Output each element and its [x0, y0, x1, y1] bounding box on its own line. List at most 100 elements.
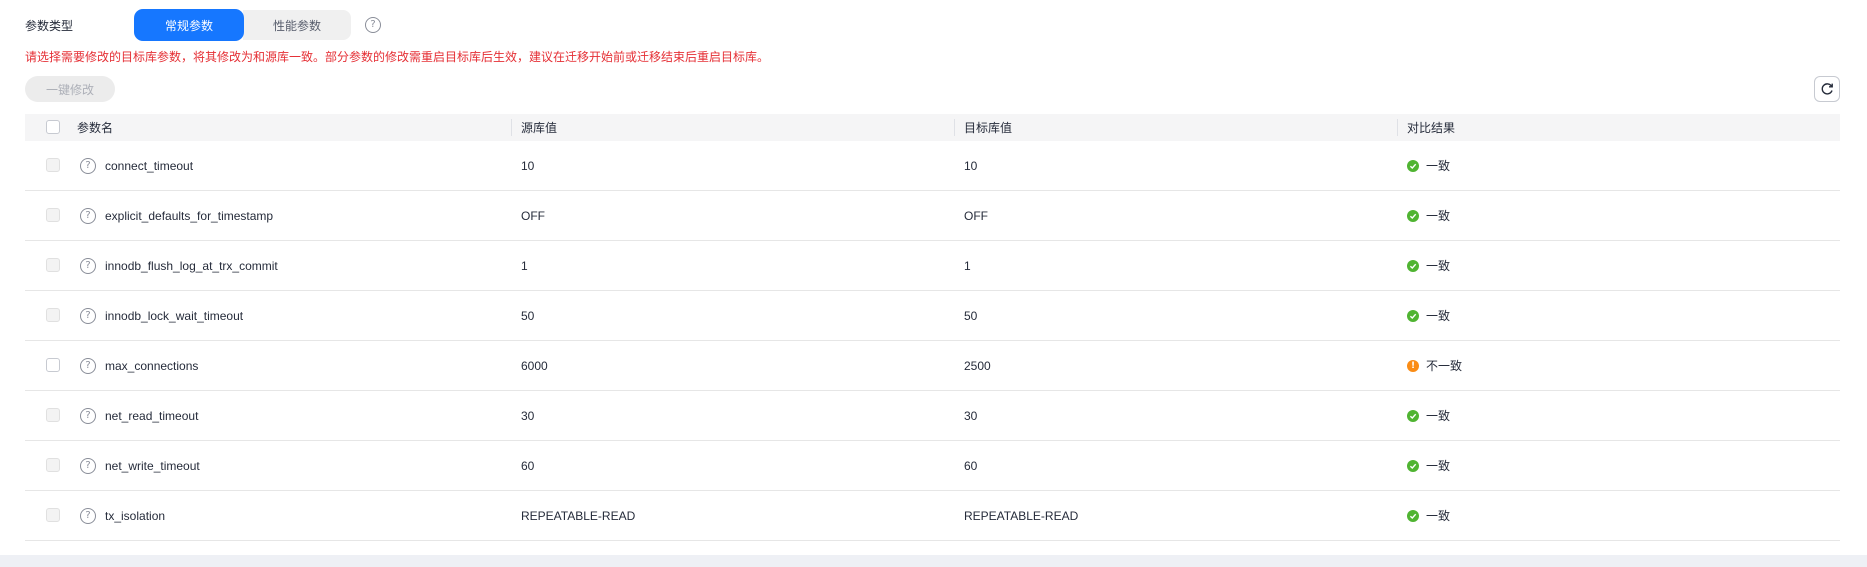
param-name-cell: ? innodb_lock_wait_timeout [80, 291, 243, 340]
param-type-row: 参数类型 常规参数 性能参数 ? [25, 10, 381, 40]
table-row: ? innodb_flush_log_at_trx_commit 1 1 一致 [25, 241, 1840, 291]
param-name-cell: ? net_read_timeout [80, 391, 198, 440]
source-value: OFF [521, 208, 545, 223]
question-circle-icon[interactable]: ? [80, 507, 96, 524]
source-value: 30 [521, 408, 535, 423]
row-checkbox [46, 458, 60, 472]
compare-result-text: 一致 [1426, 509, 1451, 523]
check-circle-icon [1407, 259, 1419, 272]
source-value: 1 [521, 258, 528, 273]
check-circle-icon [1407, 209, 1419, 222]
table-body: ? connect_timeout 10 10 一致? explicit_defaults… [25, 141, 1840, 541]
target-value: REPEATABLE-READ [964, 508, 1079, 523]
compare-result-text: 一致 [1426, 159, 1451, 173]
header-source-value: 源库值 [521, 121, 558, 135]
param-name-cell: ? innodb_flush_log_at_trx_commit [80, 241, 278, 290]
footer-bar [0, 555, 1867, 567]
compare-result-text: 一致 [1426, 209, 1451, 223]
table-row: ? connect_timeout 10 10 一致 [25, 141, 1840, 191]
row-checkbox [46, 408, 60, 422]
param-name-cell: ? net_write_timeout [80, 441, 200, 490]
table-header: 参数名 源库值 目标库值 对比结果 [25, 114, 1840, 141]
row-checkbox [46, 258, 60, 272]
header-target-value: 目标库值 [964, 121, 1013, 135]
tab-general-params[interactable]: 常规参数 [135, 10, 243, 40]
compare-result-text: 不一致 [1426, 359, 1463, 373]
compare-result-cell: ! 不一致 [1407, 341, 1462, 390]
row-checkbox [46, 158, 60, 172]
row-checkbox [46, 308, 60, 322]
compare-result-cell: 一致 [1407, 141, 1450, 190]
exclamation-circle-icon: ! [1407, 359, 1419, 372]
param-name: explicit_defaults_for_timestamp [105, 208, 274, 223]
compare-result-cell: 一致 [1407, 441, 1450, 490]
compare-result-cell: 一致 [1407, 491, 1450, 540]
source-value: 60 [521, 458, 535, 473]
check-circle-icon [1407, 159, 1419, 172]
header-param-name: 参数名 [77, 121, 114, 135]
question-circle-icon[interactable]: ? [80, 207, 96, 224]
source-value: 6000 [521, 358, 548, 373]
compare-result-cell: 一致 [1407, 191, 1450, 240]
row-checkbox [46, 208, 60, 222]
table-row: ? max_connections 6000 2500! 不一致 [25, 341, 1840, 391]
compare-result-text: 一致 [1426, 409, 1451, 423]
target-value: 50 [964, 308, 978, 323]
question-circle-icon[interactable]: ? [80, 457, 96, 474]
compare-result-cell: 一致 [1407, 241, 1450, 290]
param-name: net_write_timeout [105, 458, 200, 473]
column-divider [1397, 119, 1398, 136]
source-value: 50 [521, 308, 535, 323]
param-name: innodb_lock_wait_timeout [105, 308, 244, 323]
tab-performance-params[interactable]: 性能参数 [243, 10, 351, 40]
compare-result-cell: 一致 [1407, 291, 1450, 340]
param-type-segmented: 常规参数 性能参数 [135, 10, 351, 40]
target-value: 60 [964, 458, 978, 473]
column-divider [511, 119, 512, 136]
table-row: ? explicit_defaults_for_timestamp OFF OFF 一致 [25, 191, 1840, 241]
param-name-cell: ? explicit_defaults_for_timestamp [80, 191, 273, 240]
notice-text: 请选择需要修改的目标库参数，将其修改为和源库一致。部分参数的修改需重启目标库后生… [25, 50, 770, 64]
question-circle-icon[interactable]: ? [80, 357, 96, 374]
param-name: max_connections [105, 358, 199, 373]
target-value: 1 [964, 258, 971, 273]
check-circle-icon [1407, 409, 1419, 422]
param-type-label: 参数类型 [25, 18, 74, 33]
row-checkbox [46, 508, 60, 522]
param-name: tx_isolation [105, 508, 166, 523]
param-name-cell: ? connect_timeout [80, 141, 193, 190]
table-row: ? net_write_timeout 60 60 一致 [25, 441, 1840, 491]
check-circle-icon [1407, 459, 1419, 472]
column-divider [954, 119, 955, 136]
target-value: 2500 [964, 358, 991, 373]
param-name: net_read_timeout [105, 408, 199, 423]
params-table: 参数名 源库值 目标库值 对比结果 ? connect_timeout 10 10 一致… [25, 114, 1840, 541]
param-name-cell: ? tx_isolation [80, 491, 165, 540]
question-circle-icon[interactable]: ? [365, 17, 381, 33]
table-row: ? innodb_lock_wait_timeout 50 50 一致 [25, 291, 1840, 341]
check-circle-icon [1407, 309, 1419, 322]
target-value: 10 [964, 158, 978, 173]
row-checkbox[interactable] [46, 358, 60, 372]
refresh-button[interactable] [1814, 76, 1840, 102]
table-row: ? net_read_timeout 30 30 一致 [25, 391, 1840, 441]
source-value: REPEATABLE-READ [521, 508, 636, 523]
question-circle-icon[interactable]: ? [80, 157, 96, 174]
question-circle-icon[interactable]: ? [80, 307, 96, 324]
select-all-checkbox[interactable] [46, 120, 60, 134]
table-row: ? tx_isolation REPEATABLE-READ REPEATABLE-R… [25, 491, 1840, 541]
param-name: connect_timeout [105, 158, 194, 173]
compare-result-text: 一致 [1426, 309, 1451, 323]
source-value: 10 [521, 158, 535, 173]
param-name-cell: ? max_connections [80, 341, 198, 390]
question-circle-icon[interactable]: ? [80, 257, 96, 274]
target-value: OFF [964, 208, 988, 223]
compare-result-text: 一致 [1426, 259, 1451, 273]
param-name: innodb_flush_log_at_trx_commit [105, 258, 278, 273]
header-compare-result: 对比结果 [1407, 121, 1456, 135]
batch-modify-button[interactable]: 一键修改 [25, 76, 115, 102]
check-circle-icon [1407, 509, 1419, 522]
question-circle-icon[interactable]: ? [80, 407, 96, 424]
compare-result-text: 一致 [1426, 459, 1451, 473]
refresh-icon [1821, 83, 1833, 95]
